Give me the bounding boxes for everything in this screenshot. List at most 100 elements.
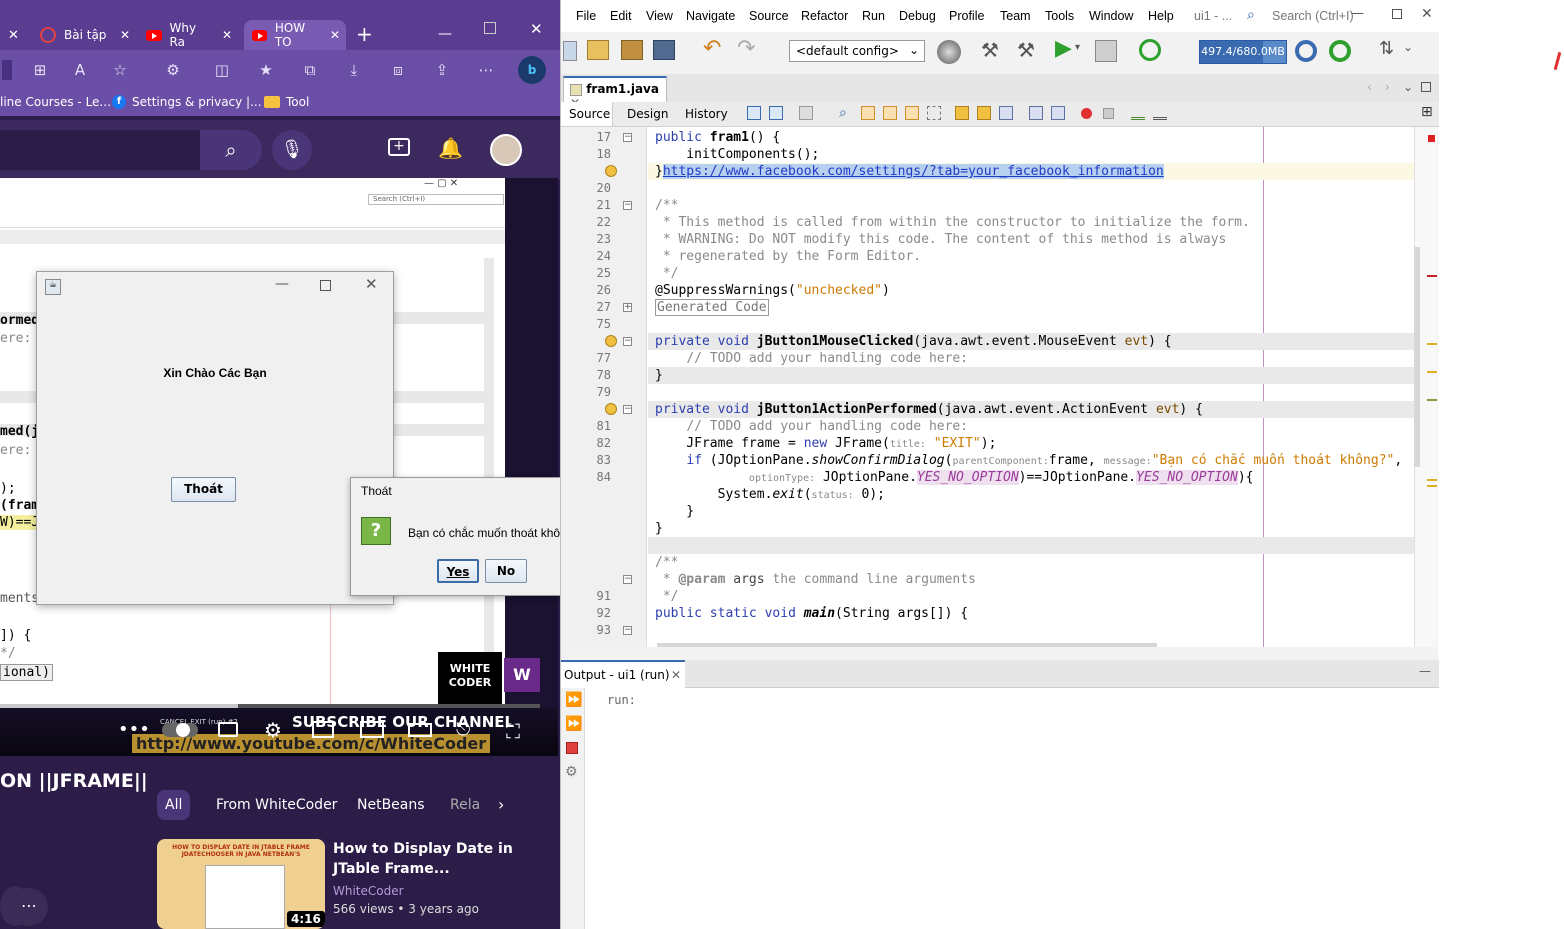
new-file-icon[interactable]: [563, 41, 577, 61]
fold-toggle-icon[interactable]: −: [623, 337, 632, 346]
recommended-channel[interactable]: WhiteCoder: [333, 884, 404, 898]
fold-toggle-icon[interactable]: +: [623, 303, 632, 312]
gc-icon[interactable]: [1295, 40, 1317, 62]
scroll-left-icon[interactable]: ‹: [1367, 80, 1372, 94]
forward-icon[interactable]: [799, 106, 813, 120]
run-icon[interactable]: ▶: [1055, 36, 1072, 61]
prev-bookmark-icon[interactable]: [955, 106, 969, 120]
read-aloud-icon[interactable]: A: [70, 60, 90, 80]
code-line[interactable]: * regenerated by the Form Editor.: [655, 248, 921, 265]
collections-icon[interactable]: ⧉: [300, 60, 320, 80]
code-line[interactable]: */: [655, 588, 679, 605]
tab-design[interactable]: Design: [627, 107, 668, 121]
code-line[interactable]: */: [655, 265, 679, 282]
code-line[interactable]: }: [655, 367, 663, 384]
fold-toggle-icon[interactable]: −: [623, 626, 632, 635]
rerun-icon[interactable]: ⏩: [565, 692, 582, 708]
close-icon[interactable]: ✕: [671, 668, 681, 682]
vertical-scrollbar[interactable]: [1414, 247, 1420, 467]
build-hammer-icon[interactable]: ⚒: [981, 38, 999, 62]
code-line[interactable]: Generated Code: [655, 299, 769, 316]
output-tab[interactable]: Output - ui1 (run) ✕: [561, 660, 685, 688]
menu-window[interactable]: Window: [1089, 9, 1133, 23]
tab-source[interactable]: Source: [561, 102, 613, 126]
yes-button[interactable]: Yes: [437, 559, 479, 583]
close-icon[interactable]: ✕: [222, 28, 232, 42]
undo-icon[interactable]: ↶: [703, 36, 721, 61]
code-line[interactable]: /**: [655, 197, 678, 214]
settings-gear-icon[interactable]: ⚙: [565, 764, 578, 780]
next-bookmark-icon[interactable]: [977, 106, 991, 120]
copilot-icon[interactable]: b: [518, 56, 546, 84]
more-actions-icon[interactable]: ⋯: [10, 888, 48, 926]
code-line[interactable]: private void jButton1ActionPerformed(jav…: [655, 401, 1203, 418]
chip-all[interactable]: All: [157, 790, 191, 820]
favorite-star-icon[interactable]: ☆: [110, 60, 130, 80]
menu-view[interactable]: View: [646, 9, 673, 23]
menu-navigate[interactable]: Navigate: [686, 9, 735, 23]
notifications-bell-icon[interactable]: 🔔: [438, 136, 463, 160]
fullscreen-icon[interactable]: ⛶: [506, 719, 520, 743]
new-tab-button[interactable]: +: [356, 22, 373, 46]
code-line[interactable]: * WARNING: Do NOT modify this code. The …: [655, 231, 1227, 248]
maximize-button[interactable]: [320, 280, 331, 291]
code-line[interactable]: System.exit(status: 0);: [655, 486, 885, 503]
hint-bulb-icon[interactable]: [605, 335, 617, 347]
debug-icon[interactable]: [1095, 40, 1117, 62]
new-project-icon[interactable]: [587, 40, 609, 60]
shift-right-icon[interactable]: [1051, 106, 1065, 120]
select-icon[interactable]: [927, 106, 941, 120]
chevron-right-icon[interactable]: ›: [498, 795, 504, 814]
stop-icon[interactable]: [566, 742, 578, 754]
maximize-button[interactable]: [1421, 82, 1431, 92]
maximize-button[interactable]: [1392, 9, 1402, 19]
code-line[interactable]: JFrame frame = new JFrame(title: "EXIT")…: [655, 435, 996, 452]
minimize-button[interactable]: —: [1351, 6, 1364, 21]
back-icon[interactable]: [769, 106, 783, 120]
menu-file[interactable]: File: [576, 9, 596, 23]
share-icon[interactable]: ⇪: [432, 60, 452, 80]
code-line[interactable]: // TODO add your handling code here:: [655, 418, 968, 435]
browser-tab[interactable]: Bài tập ✕: [32, 20, 136, 50]
code-line[interactable]: if (JOptionPane.showConfirmDialog(parent…: [655, 452, 1402, 469]
chevron-down-icon[interactable]: ⌄: [1403, 80, 1413, 94]
microphone-icon[interactable]: 🎙: [272, 130, 312, 170]
menu-source[interactable]: Source: [749, 9, 789, 23]
code-line[interactable]: public static void main(String args[]) {: [655, 605, 968, 622]
chip-netbeans[interactable]: NetBeans: [349, 790, 433, 820]
browser-tab[interactable]: ✕: [0, 20, 30, 50]
editor-tab[interactable]: fram1.java ✕: [563, 76, 667, 110]
profile-icon[interactable]: [1139, 39, 1161, 61]
address-bar-edge[interactable]: [2, 60, 12, 80]
code-line[interactable]: initComponents();: [655, 146, 819, 163]
split-editor-icon[interactable]: ⊞: [1421, 104, 1433, 120]
code-line[interactable]: optionType: JOptionPane.YES_NO_OPTION)==…: [655, 469, 1253, 486]
favorite-link[interactable]: f Settings & privacy |...: [112, 95, 262, 109]
code-line[interactable]: }https://www.facebook.com/settings/?tab=…: [655, 163, 1164, 180]
recommended-thumbnail[interactable]: HOW TO DISPLAY DATE IN JTABLE FRAME JDAT…: [157, 839, 325, 929]
create-video-icon[interactable]: +: [388, 138, 410, 156]
settings-gear-icon[interactable]: ⚙: [264, 718, 282, 742]
toggle-bookmark-icon[interactable]: [999, 106, 1013, 120]
extensions-icon[interactable]: ⚙: [163, 60, 183, 80]
close-icon[interactable]: ✕: [8, 28, 19, 43]
favorite-folder[interactable]: Tool: [264, 95, 309, 109]
menu-edit[interactable]: Edit: [610, 9, 632, 23]
fold-toggle-icon[interactable]: −: [623, 133, 632, 142]
comment-icon[interactable]: [1131, 106, 1145, 120]
autoplay-toggle[interactable]: [162, 723, 198, 737]
avatar[interactable]: [490, 134, 522, 166]
screenshot-icon[interactable]: ⧈: [388, 60, 408, 80]
search-icon[interactable]: ⌕: [1247, 7, 1255, 23]
menu-help[interactable]: Help: [1148, 9, 1174, 23]
last-edit-icon[interactable]: [747, 106, 761, 120]
apps-icon[interactable]: ⊞: [30, 60, 50, 80]
close-window-button[interactable]: ✕: [530, 20, 543, 38]
tab-history[interactable]: History: [685, 107, 728, 121]
close-icon[interactable]: ✕: [120, 28, 130, 42]
code-line[interactable]: public fram1() {: [655, 129, 780, 146]
more-options-icon[interactable]: •••: [118, 719, 150, 740]
exit-button[interactable]: Thoát: [171, 477, 236, 502]
code-editor[interactable]: 17 − 18 20 21 − 22 23 24 25 26 27 +75 − 77 78 79 − 81 82 83 8…: [561, 127, 1437, 647]
miniplayer-icon[interactable]: [312, 721, 334, 738]
